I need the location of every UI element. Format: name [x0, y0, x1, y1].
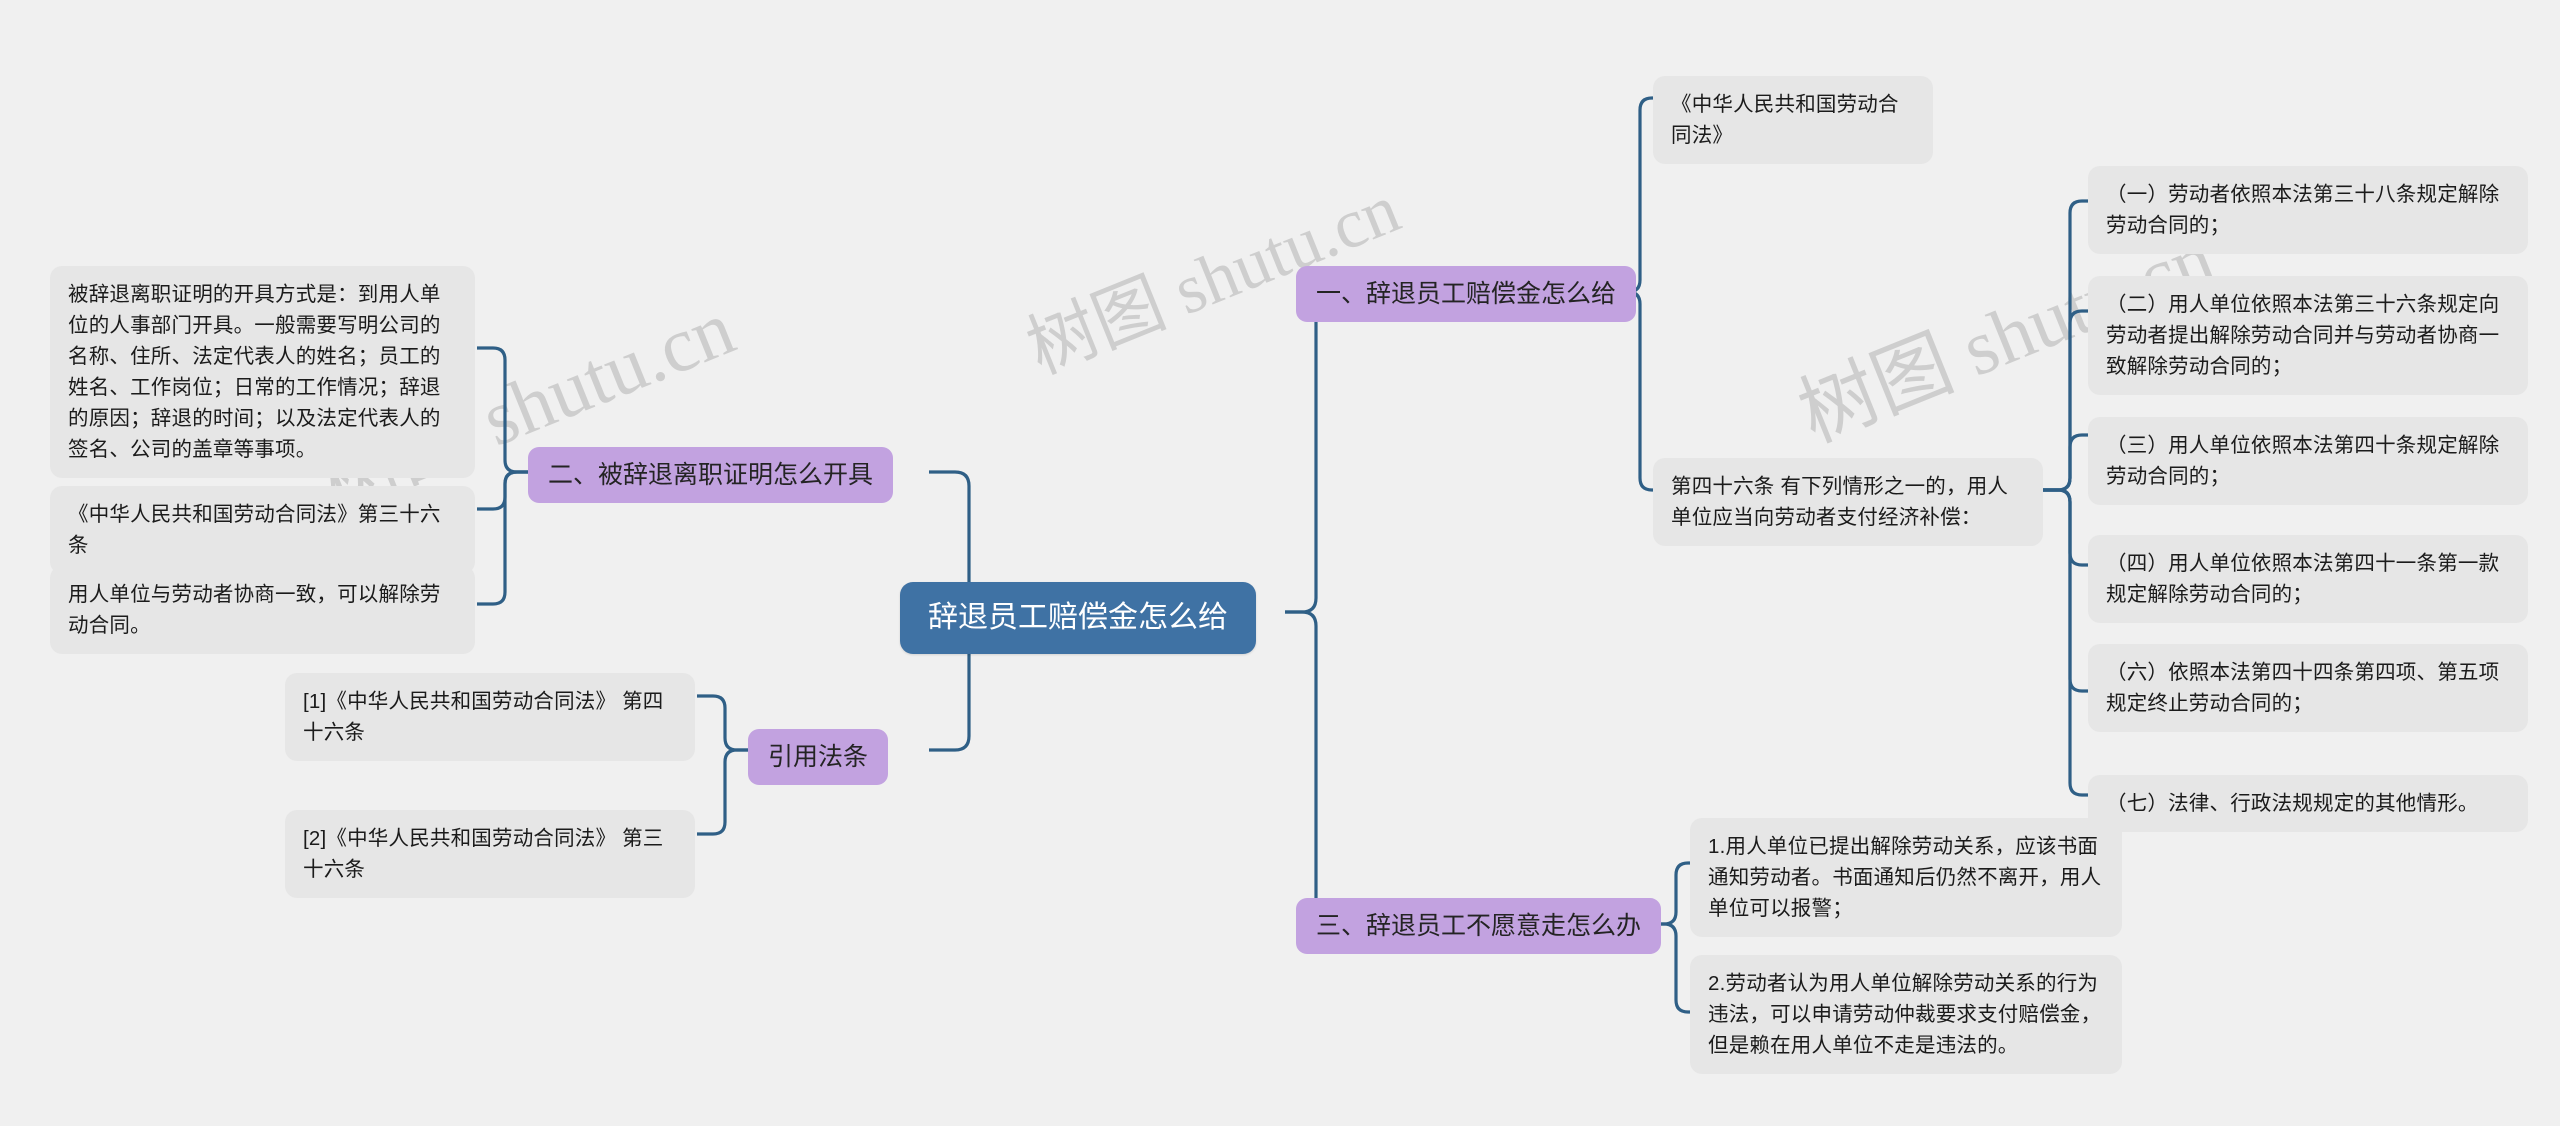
- leaf-text: 1.用人单位已提出解除劳动关系，应该书面通知劳动者。书面通知后仍然不离开，用人单…: [1708, 835, 2102, 920]
- leaf-text: 第四十六条 有下列情形之一的，用人单位应当向劳动者支付经济补偿：: [1671, 475, 2009, 529]
- leaf-node-b1-article-46[interactable]: 第四十六条 有下列情形之一的，用人单位应当向劳动者支付经济补偿：: [1653, 458, 2043, 546]
- leaf-node-b3-item-1[interactable]: 1.用人单位已提出解除劳动关系，应该书面通知劳动者。书面通知后仍然不离开，用人单…: [1690, 818, 2122, 937]
- topic-node-branch-1[interactable]: 一、辞退员工赔偿金怎么给: [1296, 266, 1637, 322]
- topic-label: 一、辞退员工赔偿金怎么给: [1316, 280, 1617, 308]
- leaf-text: 被辞退离职证明的开具方式是：到用人单位的人事部门开具。一般需要写明公司的名称、住…: [68, 283, 441, 461]
- topic-node-branch-2[interactable]: 二、被辞退离职证明怎么开具: [528, 447, 894, 503]
- root-node-label: 辞退员工赔偿金怎么给: [928, 601, 1228, 634]
- leaf-node-b2-how-to-issue[interactable]: 被辞退离职证明的开具方式是：到用人单位的人事部门开具。一般需要写明公司的名称、住…: [50, 266, 475, 478]
- leaf-node-b1-item-7[interactable]: （七）法律、行政法规规定的其他情形。: [2088, 775, 2528, 832]
- leaf-node-b1-item-1[interactable]: （一）劳动者依照本法第三十八条规定解除劳动合同的；: [2088, 166, 2528, 254]
- leaf-node-b1-item-3[interactable]: （三）用人单位依照本法第四十条规定解除劳动合同的；: [2088, 417, 2528, 505]
- topic-label: 三、辞退员工不愿意走怎么办: [1316, 912, 1642, 940]
- leaf-text: [2]《中华人民共和国劳动合同法》 第三十六条: [303, 827, 664, 881]
- leaf-text: （七）法律、行政法规规定的其他情形。: [2106, 792, 2479, 815]
- topic-node-branch-3[interactable]: 三、辞退员工不愿意走怎么办: [1296, 898, 1662, 954]
- leaf-text: （二）用人单位依照本法第三十六条规定向劳动者提出解除劳动合同并与劳动者协商一致解…: [2106, 293, 2500, 378]
- leaf-node-b4-ref-1[interactable]: [1]《中华人民共和国劳动合同法》 第四十六条: [285, 673, 695, 761]
- topic-node-branch-4[interactable]: 引用法条: [748, 729, 889, 785]
- leaf-text: （一）劳动者依照本法第三十八条规定解除劳动合同的；: [2106, 183, 2500, 237]
- leaf-node-b2-mutual-agreement[interactable]: 用人单位与劳动者协商一致，可以解除劳动合同。: [50, 566, 475, 654]
- topic-label: 二、被辞退离职证明怎么开具: [548, 461, 874, 489]
- leaf-node-b4-ref-2[interactable]: [2]《中华人民共和国劳动合同法》 第三十六条: [285, 810, 695, 898]
- root-node[interactable]: 辞退员工赔偿金怎么给: [900, 582, 1256, 654]
- leaf-text: 用人单位与劳动者协商一致，可以解除劳动合同。: [68, 583, 441, 637]
- leaf-text: 《中华人民共和国劳动合同法》第三十六条: [68, 503, 441, 557]
- leaf-text: [1]《中华人民共和国劳动合同法》 第四十六条: [303, 690, 664, 744]
- leaf-node-b1-item-6[interactable]: （六）依照本法第四十四条第四项、第五项规定终止劳动合同的；: [2088, 644, 2528, 732]
- leaf-text: （三）用人单位依照本法第四十条规定解除劳动合同的；: [2106, 434, 2500, 488]
- leaf-text: 2.劳动者认为用人单位解除劳动关系的行为违法，可以申请劳动仲裁要求支付赔偿金，但…: [1708, 972, 2102, 1057]
- leaf-text: （四）用人单位依照本法第四十一条第一款规定解除劳动合同的；: [2106, 552, 2500, 606]
- leaf-node-b1-item-2[interactable]: （二）用人单位依照本法第三十六条规定向劳动者提出解除劳动合同并与劳动者协商一致解…: [2088, 276, 2528, 395]
- leaf-node-b3-item-2[interactable]: 2.劳动者认为用人单位解除劳动关系的行为违法，可以申请劳动仲裁要求支付赔偿金，但…: [1690, 955, 2122, 1074]
- leaf-text: （六）依照本法第四十四条第四项、第五项规定终止劳动合同的；: [2106, 661, 2500, 715]
- mindmap-canvas: 树图 shutu.cn 树图 shutu.cn 树图 shutu.cn 辞退员工…: [0, 0, 2560, 1126]
- leaf-node-b1-item-4[interactable]: （四）用人单位依照本法第四十一条第一款规定解除劳动合同的；: [2088, 535, 2528, 623]
- leaf-node-b1-law-title[interactable]: 《中华人民共和国劳动合同法》: [1653, 76, 1933, 164]
- topic-label: 引用法条: [768, 743, 869, 771]
- leaf-node-b2-law-article-36[interactable]: 《中华人民共和国劳动合同法》第三十六条: [50, 486, 475, 574]
- leaf-text: 《中华人民共和国劳动合同法》: [1671, 93, 1899, 147]
